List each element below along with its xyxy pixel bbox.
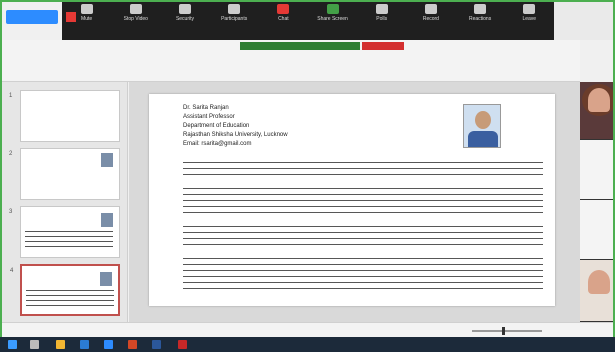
polls-button[interactable]: Polls (362, 4, 402, 22)
slide-canvas: Dr. Sarita Ranjan Assistant Professor De… (129, 82, 580, 322)
stop-share-button[interactable] (362, 42, 404, 50)
author-email: Email: rsarita@gmail.com (183, 141, 252, 147)
author-department: Department of Education (183, 123, 250, 129)
app-icon[interactable] (178, 340, 187, 349)
author-photo (463, 104, 501, 148)
more-button[interactable]: Leave (509, 4, 549, 22)
photo-face (475, 111, 491, 129)
participant-video[interactable] (580, 200, 613, 260)
participant-face (588, 88, 610, 112)
slide-thumbnail[interactable]: 3 (9, 206, 120, 258)
mic-icon (80, 4, 93, 14)
record-indicator-icon (66, 12, 76, 22)
zoom-app-icon[interactable] (104, 340, 113, 349)
slide-thumbnail[interactable]: 1 (9, 90, 120, 142)
record-button[interactable]: Record (411, 4, 451, 22)
current-slide[interactable]: Dr. Sarita Ranjan Assistant Professor De… (149, 94, 555, 306)
thumbnail-text (26, 288, 114, 310)
slide-paragraph (183, 186, 543, 216)
participant-face (588, 270, 610, 294)
zoom-toolbar: Mute Stop Video Security Participants Ch… (62, 2, 554, 40)
shield-icon (178, 4, 191, 14)
participant-video[interactable] (580, 260, 613, 322)
title-bar-right (554, 2, 613, 40)
thumbnail-photo (100, 272, 112, 286)
reactions-button[interactable]: Reactions (460, 4, 500, 22)
video-icon (129, 4, 142, 14)
slide-thumbnail-selected[interactable]: 4 (10, 264, 120, 316)
windows-start-icon[interactable] (8, 340, 17, 349)
author-title: Assistant Professor (183, 114, 235, 120)
participant-video[interactable] (580, 82, 613, 140)
powerpoint-icon[interactable] (128, 340, 137, 349)
photo-shirt (468, 131, 498, 147)
status-bar (2, 322, 613, 338)
author-university: Rajasthan Shiksha University, Lucknow (183, 132, 288, 138)
security-button[interactable]: Security (165, 4, 205, 22)
author-name: Dr. Sarita Ranjan (183, 105, 229, 111)
chat-icon (277, 4, 290, 14)
slide-thumbnail[interactable]: 2 (9, 148, 120, 200)
slide-paragraph (183, 256, 543, 292)
stop-video-button[interactable]: Stop Video (116, 4, 156, 22)
thumbnail-photo (101, 213, 113, 227)
browser-icon[interactable] (80, 340, 89, 349)
more-icon (523, 4, 536, 14)
thumbnail-text (25, 229, 113, 251)
windows-taskbar (0, 337, 615, 352)
polls-icon (375, 4, 388, 14)
chat-button[interactable]: Chat (263, 4, 303, 22)
participants-button[interactable]: Participants (214, 4, 254, 22)
file-explorer-icon[interactable] (56, 340, 65, 349)
zoom-meeting-tag[interactable] (6, 10, 58, 24)
screen-share-frame: Mute Stop Video Security Participants Ch… (0, 0, 615, 345)
share-screen-button[interactable]: Share Screen (313, 4, 353, 22)
video-gallery (580, 82, 613, 322)
author-info: Dr. Sarita Ranjan Assistant Professor De… (183, 104, 288, 149)
thumbnail-photo (101, 153, 113, 167)
word-icon[interactable] (152, 340, 161, 349)
app-ribbon (2, 40, 580, 82)
record-icon (424, 4, 437, 14)
slide-paragraph (183, 160, 543, 180)
share-icon (326, 4, 339, 14)
share-notice (240, 42, 360, 50)
reactions-icon (474, 4, 487, 14)
search-icon[interactable] (30, 340, 39, 349)
slide-thumbnails: 1 2 3 4 (2, 82, 128, 322)
participant-video[interactable] (580, 140, 613, 200)
participants-icon (228, 4, 241, 14)
zoom-slider[interactable] (472, 327, 542, 335)
slide-paragraph (183, 224, 543, 250)
zoom-slider-thumb[interactable] (502, 327, 505, 335)
